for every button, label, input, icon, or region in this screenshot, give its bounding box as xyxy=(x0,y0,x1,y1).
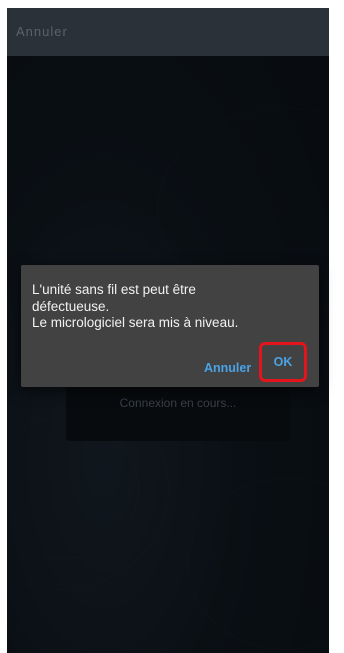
dialog-ok-label: OK xyxy=(273,355,293,369)
top-bar: Annuler xyxy=(7,8,329,56)
topbar-cancel-button[interactable]: Annuler xyxy=(16,24,68,39)
dialog-ok-button[interactable]: OK xyxy=(259,342,307,382)
dialog-cancel-button[interactable]: Annuler xyxy=(204,361,251,375)
dialog-message: L'unité sans fil est peut être défectueu… xyxy=(32,282,239,330)
connection-status-text: Connexion en cours... xyxy=(119,396,237,410)
firmware-update-dialog: L'unité sans fil est peut être défectueu… xyxy=(21,265,319,387)
